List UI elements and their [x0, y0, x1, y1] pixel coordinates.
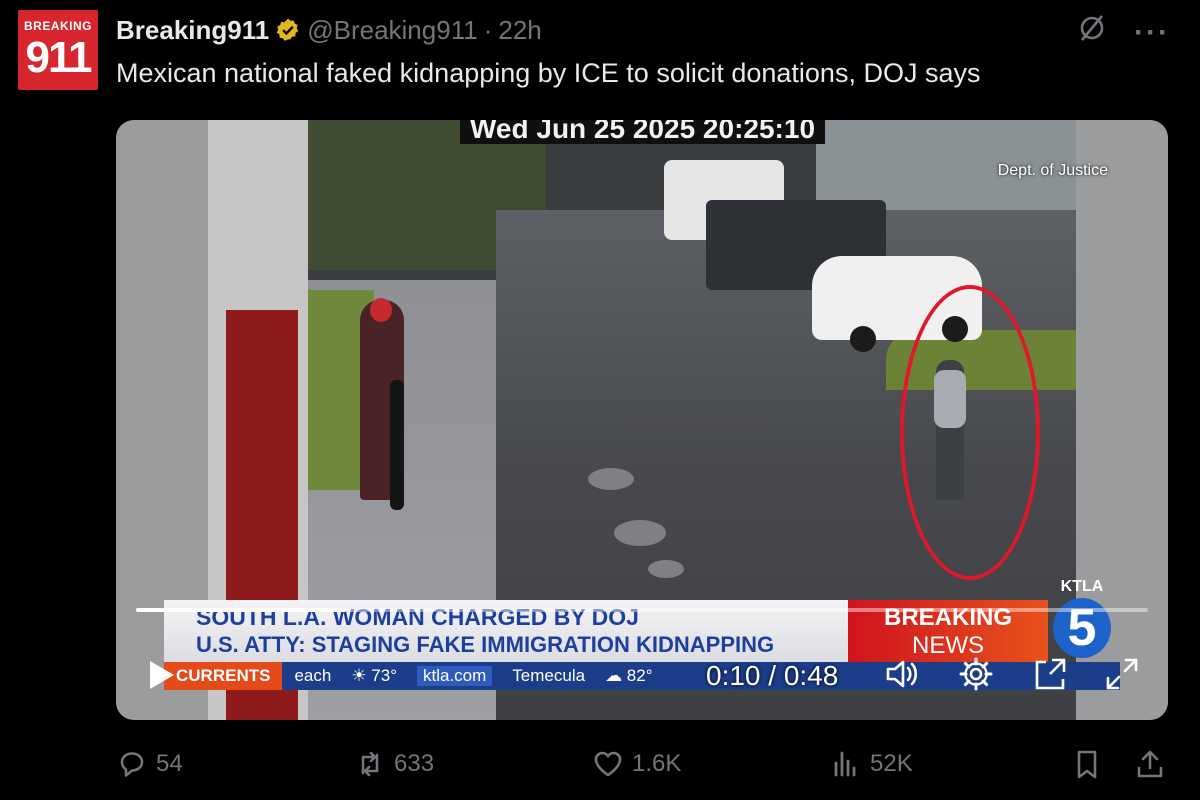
heart-icon [594, 751, 622, 777]
tweet-header: Breaking911 @Breaking911 · 22h [116, 12, 542, 48]
play-icon[interactable] [144, 658, 178, 692]
channel-number: 5 [1053, 598, 1111, 658]
red-highlight-circle [900, 285, 1040, 580]
cctv-timestamp: Wed Jun 25 2025 20:25:10 [460, 120, 826, 144]
reply-button[interactable]: 54 [116, 748, 183, 780]
like-button[interactable]: 1.6K [592, 748, 681, 780]
avatar-logo-small-text: BREAKING [23, 19, 92, 33]
share-button[interactable] [1134, 748, 1166, 780]
car-wheel [850, 326, 876, 352]
fullscreen-icon[interactable] [1104, 656, 1140, 692]
header-actions: ··· [1076, 12, 1170, 53]
post-time[interactable]: 22h [498, 15, 541, 46]
bookmark-button[interactable] [1071, 748, 1103, 780]
views-chart-icon [834, 751, 856, 777]
repost-icon [361, 751, 379, 777]
pip-icon[interactable] [1032, 656, 1068, 692]
repost-count: 633 [394, 750, 435, 777]
view-count: 52K [870, 750, 913, 777]
video-progress-bar[interactable] [136, 608, 1148, 612]
verified-badge-icon[interactable] [275, 17, 301, 43]
like-count: 1.6K [632, 750, 682, 777]
tweet-text: Mexican national faked kidnapping by ICE… [116, 58, 981, 88]
reply-icon [120, 752, 144, 777]
avatar[interactable]: BREAKING 911 [18, 10, 98, 90]
engagement-bar: 54 633 1.6K 52K [116, 748, 1176, 788]
more-icon[interactable]: ··· [1134, 15, 1170, 51]
person-red-hood [370, 298, 392, 322]
grok-icon[interactable] [1076, 12, 1108, 53]
views-button[interactable]: 52K [830, 748, 913, 780]
video-player[interactable]: Wed Jun 25 2025 20:25:10 Dept. of Justic… [116, 120, 1168, 720]
avatar-logo-big-text: 911 [25, 33, 93, 82]
handle[interactable]: @Breaking911 [307, 15, 477, 46]
manhole [588, 468, 634, 490]
repost-button[interactable]: 633 [354, 748, 434, 780]
manhole [648, 560, 684, 578]
reply-count: 54 [156, 750, 183, 777]
video-credit: Dept. of Justice [997, 162, 1108, 179]
station-name: KTLA [1060, 578, 1104, 595]
video-time-readout: 0:10 / 0:48 [706, 660, 839, 691]
volume-icon[interactable] [884, 656, 920, 692]
manhole [614, 520, 666, 546]
share-icon [1137, 750, 1163, 778]
bookmark-icon [1077, 750, 1097, 779]
display-name[interactable]: Breaking911 [116, 15, 269, 46]
separator-dot: · [483, 14, 493, 45]
video-controls: 0:10 / 0:48 [116, 650, 1168, 700]
settings-gear-icon[interactable] [958, 656, 994, 692]
bicycle [390, 380, 404, 510]
video-progress-fill [136, 608, 347, 612]
